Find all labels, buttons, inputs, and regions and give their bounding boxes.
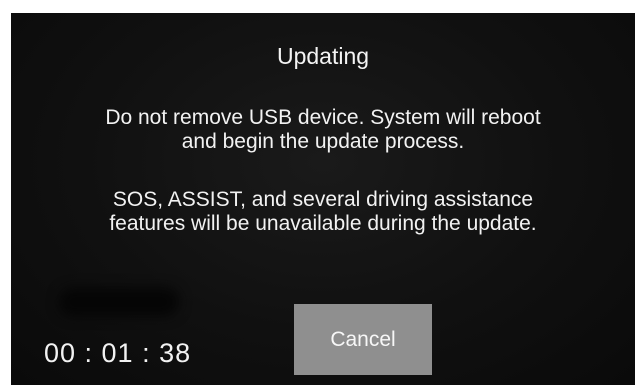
usb-warning-message: Do not remove USB device. System will re… bbox=[11, 106, 635, 154]
elapsed-timer: 00 : 01 : 38 bbox=[44, 338, 192, 368]
usb-warning-line-1: Do not remove USB device. System will re… bbox=[105, 106, 541, 129]
usb-warning-line-2: and begin the update process. bbox=[181, 130, 465, 153]
feature-unavailable-message: SOS, ASSIST, and several driving assista… bbox=[11, 188, 635, 236]
dialog-title: Updating bbox=[276, 43, 370, 69]
photo-frame: Updating Do not remove USB device. Syste… bbox=[0, 0, 641, 385]
feature-unavailable-line-1: SOS, ASSIST, and several driving assista… bbox=[112, 188, 534, 211]
update-screen: Updating Do not remove USB device. Syste… bbox=[11, 13, 635, 385]
screen-smudge bbox=[59, 288, 179, 316]
cancel-button[interactable]: Cancel bbox=[294, 304, 432, 375]
feature-unavailable-line-2: features will be unavailable during the … bbox=[109, 212, 537, 235]
